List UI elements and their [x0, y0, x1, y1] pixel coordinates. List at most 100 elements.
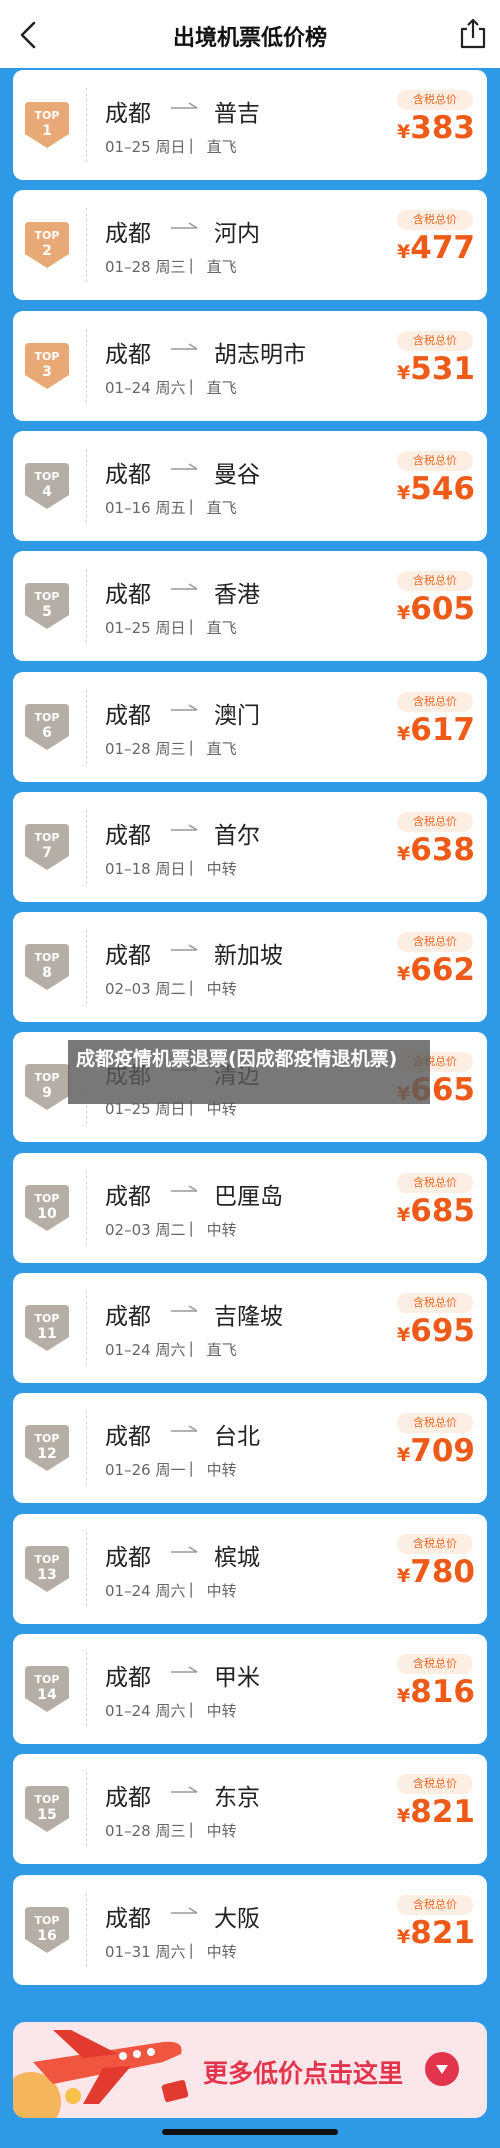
- route-card[interactable]: TOP 11 成都 吉隆坡 01–24 周六 | 直飞 含税总价 ¥695: [13, 1273, 487, 1383]
- price: ¥617: [397, 712, 475, 756]
- flight-type: 中转: [206, 980, 237, 998]
- price-amount: 383: [410, 110, 475, 146]
- origin-city: 成都: [105, 943, 151, 969]
- destination-city: 河内: [214, 221, 260, 247]
- top-navigation-bar: 出境机票低价榜: [0, 0, 500, 68]
- route-card[interactable]: TOP 12 成都 台北 01–26 周一 | 中转 含税总价 ¥709: [13, 1393, 487, 1503]
- price-tag: 含税总价: [397, 1654, 473, 1674]
- rank-badge: TOP 2: [23, 218, 71, 272]
- departure-date: 01–16 周五: [105, 499, 186, 517]
- rank-label: TOP: [34, 1914, 60, 1927]
- departure-date: 02–03 周二: [105, 1221, 186, 1239]
- divider: [86, 690, 87, 764]
- rank-badge: TOP 15: [23, 1782, 71, 1836]
- route-arrow-icon: [171, 102, 198, 109]
- rank-label: TOP: [34, 590, 60, 603]
- rank-number: 14: [37, 1687, 57, 1703]
- price-amount: 816: [410, 1674, 475, 1710]
- route-card[interactable]: TOP 16 成都 大阪 01–31 周六 | 中转 含税总价 ¥821: [13, 1875, 487, 1985]
- flight-type: 中转: [206, 1822, 237, 1840]
- origin-city: 成都: [105, 221, 151, 247]
- rank-label: TOP: [34, 350, 60, 363]
- flight-type: 直飞: [206, 258, 237, 276]
- route-arrow-icon: [171, 1305, 198, 1312]
- route-card[interactable]: TOP 8 成都 新加坡 02–03 周二 | 中转 含税总价 ¥662: [13, 912, 487, 1022]
- divider: [86, 88, 87, 162]
- route-card[interactable]: TOP 14 成都 甲米 01–24 周六 | 中转 含税总价 ¥816: [13, 1634, 487, 1744]
- origin-city: 成都: [105, 1545, 151, 1571]
- currency-symbol: ¥: [397, 121, 411, 143]
- rank-label: TOP: [34, 1793, 60, 1806]
- route-card[interactable]: TOP 7 成都 首尔 01–18 周日 | 中转 含税总价 ¥638: [13, 792, 487, 902]
- currency-symbol: ¥: [397, 1204, 411, 1226]
- origin-city: 成都: [105, 1184, 151, 1210]
- route-card[interactable]: TOP 4 成都 曼谷 01–16 周五 | 直飞 含税总价 ¥546: [13, 431, 487, 541]
- share-icon[interactable]: [458, 18, 488, 50]
- rank-badge: TOP 12: [23, 1421, 71, 1475]
- rank-label: TOP: [34, 109, 60, 122]
- rank-label: TOP: [34, 1432, 60, 1445]
- divider: [86, 1772, 87, 1846]
- watermark-overlay: 成都疫情机票退票(因成都疫情退机票): [68, 1040, 430, 1104]
- flight-type: 中转: [206, 1582, 237, 1600]
- divider: [86, 208, 87, 282]
- flight-type: 直飞: [206, 499, 237, 517]
- departure-date: 01–28 周三: [105, 740, 186, 758]
- route-card[interactable]: TOP 6 成都 澳门 01–28 周三 | 直飞 含税总价 ¥617: [13, 672, 487, 782]
- rank-label: TOP: [34, 1673, 60, 1686]
- banner-go-button[interactable]: [425, 2052, 459, 2086]
- route-arrow-icon: [171, 1425, 198, 1432]
- flight-type: 中转: [206, 860, 237, 878]
- rank-label: TOP: [34, 1192, 60, 1205]
- route-arrow-icon: [171, 583, 198, 590]
- separator: |: [188, 1700, 194, 1718]
- divider: [86, 569, 87, 643]
- price: ¥477: [397, 230, 475, 274]
- flight-type: 直飞: [206, 138, 237, 156]
- route-card[interactable]: TOP 3 成都 胡志明市 01–24 周六 | 直飞 含税总价 ¥531: [13, 311, 487, 421]
- price: ¥662: [397, 952, 475, 996]
- price-amount: 695: [410, 1313, 475, 1349]
- divider: [86, 329, 87, 403]
- rank-number: 1: [42, 123, 52, 139]
- separator: |: [188, 1941, 194, 1959]
- origin-city: 成都: [105, 462, 151, 488]
- rank-label: TOP: [34, 1312, 60, 1325]
- route-arrow-icon: [171, 343, 198, 350]
- rank-badge: TOP 11: [23, 1301, 71, 1355]
- destination-city: 台北: [214, 1424, 260, 1450]
- rank-number: 16: [37, 1928, 57, 1944]
- separator: |: [188, 617, 194, 635]
- price: ¥709: [397, 1433, 475, 1477]
- route-card[interactable]: TOP 1 成都 普吉 01–25 周日 | 直飞 含税总价 ¥383: [13, 70, 487, 180]
- route-arrow-icon: [171, 944, 198, 951]
- route-arrow-icon: [171, 1546, 198, 1553]
- destination-city: 新加坡: [214, 943, 283, 969]
- rank-number: 12: [37, 1446, 57, 1462]
- rank-label: TOP: [34, 229, 60, 242]
- price-tag: 含税总价: [397, 90, 473, 110]
- currency-symbol: ¥: [397, 362, 411, 384]
- rank-badge: TOP 9: [23, 1060, 71, 1114]
- destination-city: 东京: [214, 1785, 260, 1811]
- price: ¥695: [397, 1313, 475, 1357]
- separator: |: [188, 738, 194, 756]
- destination-city: 香港: [214, 582, 260, 608]
- route-card[interactable]: TOP 15 成都 东京 01–28 周三 | 中转 含税总价 ¥821: [13, 1754, 487, 1864]
- route-card[interactable]: TOP 2 成都 河内 01–28 周三 | 直飞 含税总价 ¥477: [13, 190, 487, 300]
- route-card[interactable]: TOP 5 成都 香港 01–25 周日 | 直飞 含税总价 ¥605: [13, 551, 487, 661]
- separator: |: [188, 1580, 194, 1598]
- route-card[interactable]: TOP 10 成都 巴厘岛 02–03 周二 | 中转 含税总价 ¥685: [13, 1153, 487, 1263]
- route-card[interactable]: TOP 13 成都 槟城 01–24 周六 | 中转 含税总价 ¥780: [13, 1514, 487, 1624]
- divider: [86, 449, 87, 523]
- destination-city: 首尔: [214, 823, 260, 849]
- more-deals-banner[interactable]: 更多低价点击这里: [13, 2022, 487, 2118]
- price-amount: 821: [410, 1915, 475, 1951]
- price-tag: 含税总价: [397, 932, 473, 952]
- price: ¥780: [397, 1554, 475, 1598]
- origin-city: 成都: [105, 342, 151, 368]
- rank-badge: TOP 4: [23, 459, 71, 513]
- price-tag: 含税总价: [397, 451, 473, 471]
- divider: [86, 930, 87, 1004]
- price-tag: 含税总价: [397, 1413, 473, 1433]
